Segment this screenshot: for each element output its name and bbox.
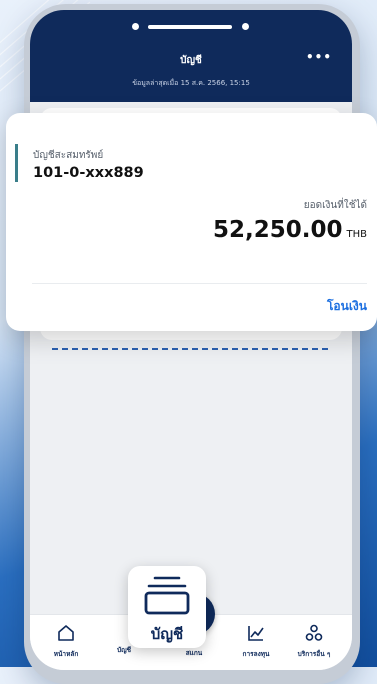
add-account-dashed-border[interactable] xyxy=(52,338,328,350)
home-icon xyxy=(58,625,74,641)
nav-label-home: หน้าหลัก xyxy=(53,650,79,658)
speaker-slot xyxy=(148,25,232,29)
nav-label-scan: สแกน xyxy=(185,649,203,657)
available-balance: 52,250.00 THB xyxy=(213,217,367,243)
nav-item-other-services[interactable]: บริการอื่น ๆ xyxy=(282,623,346,659)
account-number: 101-0-xxx889 xyxy=(33,165,144,181)
page-title: บัญชี xyxy=(180,55,202,66)
balance-amount: 52,250.00 xyxy=(213,217,343,243)
account-type-label: บัญชีสะสมทรัพย์ xyxy=(33,150,104,161)
account-stack-icon xyxy=(144,576,190,615)
nav-item-home[interactable]: หน้าหลัก xyxy=(34,623,98,659)
account-card[interactable]: บัญชีสะสมทรัพย์ 101-0-xxx889 ยอดเงินที่ใ… xyxy=(6,113,377,331)
last-updated-text: ข้อมูลล่าสุดเมื่อ 15 ส.ค. 2566, 15:15 xyxy=(132,79,250,87)
other-services-icon xyxy=(305,624,323,641)
chart-line-icon xyxy=(248,626,264,641)
nav-item-investment[interactable]: การลงทุน xyxy=(224,623,288,659)
more-options-icon[interactable]: ••• xyxy=(306,50,332,64)
header-bar: บัญชี ข้อมูลล่าสุดเมื่อ 15 ส.ค. 2566, 15… xyxy=(30,10,352,102)
sensor-dot xyxy=(242,23,249,30)
nav-label-investment: การลงทุน xyxy=(242,650,270,658)
active-tab-label: บัญชี xyxy=(150,625,184,643)
nav-item-account-active[interactable]: บัญชี xyxy=(128,566,206,648)
transfer-button[interactable]: โอนเงิน xyxy=(327,297,367,316)
account-accent-bar xyxy=(15,144,18,182)
balance-currency: THB xyxy=(346,229,368,240)
available-balance-label: ยอดเงินที่ใช้ได้ xyxy=(303,200,367,211)
phone-screen: บัญชี ข้อมูลล่าสุดเมื่อ 15 ส.ค. 2566, 15… xyxy=(30,10,352,670)
nav-label-other-services: บริการอื่น ๆ xyxy=(297,650,331,658)
camera-dot xyxy=(132,23,139,30)
card-divider xyxy=(32,283,367,284)
